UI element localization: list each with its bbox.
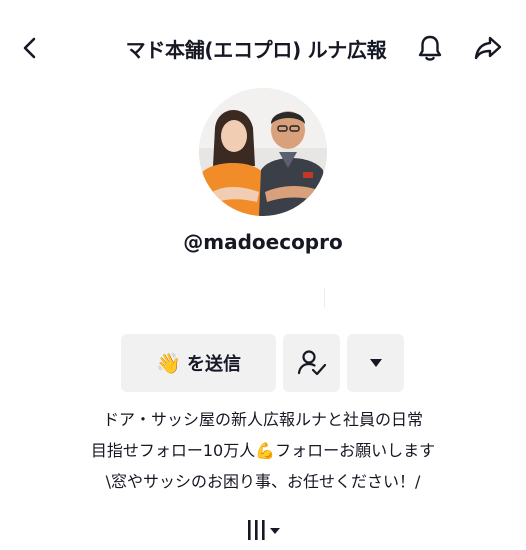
caret-down-icon	[369, 359, 382, 367]
back-arrow-icon	[23, 37, 36, 59]
add-friend-icon	[297, 350, 326, 376]
bio-line-2-text-a: 目指せフォロー10万人	[90, 441, 256, 460]
wave-emoji: 👋	[156, 351, 181, 375]
bio-line-2-text-b: フォローお願いします	[275, 441, 436, 460]
divider	[324, 288, 325, 308]
profile-header: マド本舗(エコプロ) ルナ広報	[0, 0, 526, 96]
username: @madoecopro	[183, 230, 343, 254]
avatar[interactable]	[199, 88, 327, 216]
more-options-button[interactable]	[347, 334, 404, 392]
notification-button[interactable]	[408, 26, 452, 70]
back-button[interactable]	[8, 26, 52, 70]
bio-line-1: ドア・サッシ屋の新人広報ルナと社員の日常	[102, 410, 423, 429]
bell-icon	[418, 35, 442, 61]
message-button[interactable]: 👋 を送信	[121, 334, 276, 392]
avatar-photo	[199, 88, 327, 216]
bio-line-3: \窓やサッシのお困り事、お任せください！/	[105, 472, 421, 491]
share-button[interactable]	[466, 26, 510, 70]
friend-status-button[interactable]	[283, 334, 340, 392]
action-row: 👋 を送信	[0, 334, 526, 392]
bio-line-2: 目指せフォロー10万人💪フォローお願いします	[0, 435, 526, 466]
links-toggle[interactable]	[242, 515, 286, 545]
profile-bio: ドア・サッシ屋の新人広報ルナと社員の日常 目指せフォロー10万人💪フォローお願い…	[0, 404, 526, 497]
page-title: マド本舗(エコプロ) ルナ広報	[125, 38, 387, 62]
muscle-emoji: 💪	[255, 441, 276, 460]
links-icon	[248, 520, 280, 540]
share-icon	[474, 36, 502, 60]
message-button-label: を送信	[186, 354, 241, 375]
